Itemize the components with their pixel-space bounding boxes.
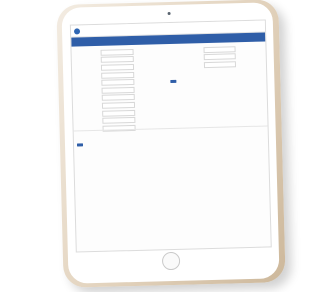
submit-button[interactable] xyxy=(170,80,177,83)
field-input[interactable] xyxy=(100,48,134,56)
field-label xyxy=(75,68,101,69)
field-label xyxy=(75,75,101,76)
field-input[interactable] xyxy=(102,109,136,117)
app-screen xyxy=(69,19,272,253)
tablet-device xyxy=(56,0,286,288)
field-input[interactable] xyxy=(100,63,135,71)
field-input[interactable] xyxy=(101,86,135,94)
logo-icon xyxy=(73,27,81,34)
field-label xyxy=(75,53,101,54)
field-label xyxy=(170,50,204,51)
details-form xyxy=(75,48,140,151)
field-input[interactable] xyxy=(203,53,236,61)
field-label xyxy=(76,98,102,99)
save-button[interactable] xyxy=(76,143,84,146)
home-button[interactable] xyxy=(161,251,181,271)
field-label xyxy=(76,91,102,92)
field-input[interactable] xyxy=(102,117,136,124)
secondary-form xyxy=(169,45,260,88)
field-input[interactable] xyxy=(101,71,135,79)
field-input[interactable] xyxy=(100,56,134,64)
field-input[interactable] xyxy=(203,61,237,69)
field-label xyxy=(170,65,204,66)
field-label xyxy=(75,83,101,84)
field-input[interactable] xyxy=(101,101,136,109)
field-label xyxy=(76,106,102,107)
camera-icon xyxy=(167,11,171,16)
form-row xyxy=(170,60,260,70)
field-label xyxy=(75,60,101,61)
field-input[interactable] xyxy=(101,94,135,102)
content-area xyxy=(71,41,270,246)
field-input[interactable] xyxy=(203,46,236,53)
field-label xyxy=(76,121,102,122)
field-input[interactable] xyxy=(101,79,135,86)
app-logo[interactable] xyxy=(73,27,81,34)
field-label xyxy=(76,113,102,114)
tablet-bezel xyxy=(61,2,280,284)
field-label xyxy=(170,58,204,59)
